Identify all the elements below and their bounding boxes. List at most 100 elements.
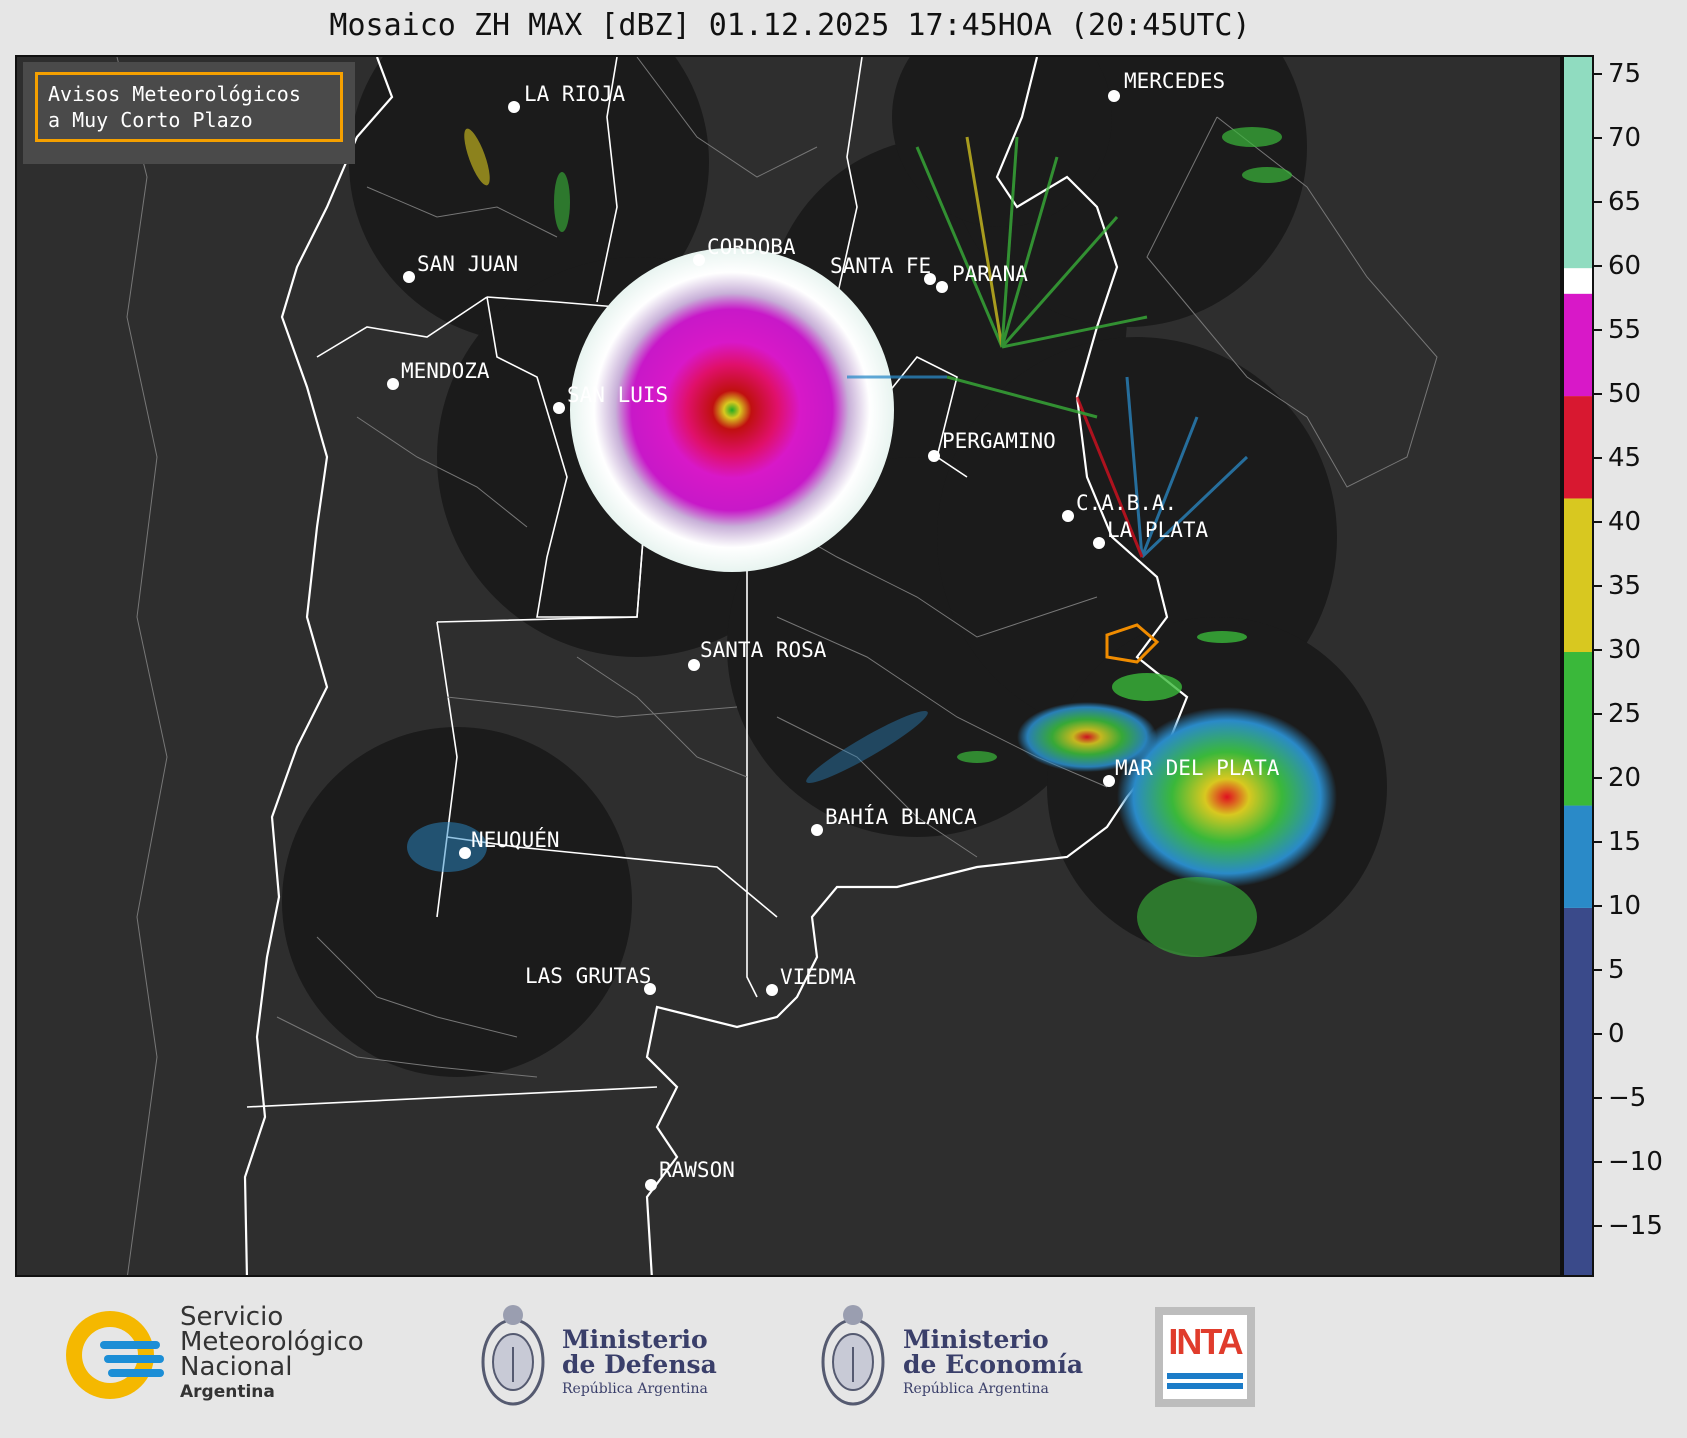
colorbar-tick xyxy=(1594,1096,1602,1099)
city-dot xyxy=(459,847,471,859)
city-dot xyxy=(1093,537,1105,549)
city-dot xyxy=(387,378,399,390)
colorbar-tick-label: 45 xyxy=(1608,443,1642,474)
colorbar-tick-label: 0 xyxy=(1608,1018,1625,1049)
colorbar-tick-label: 20 xyxy=(1608,762,1642,793)
colorbar-tick-label: 15 xyxy=(1608,826,1642,857)
economia-line-1: Ministerio xyxy=(903,1325,1049,1354)
colorbar-tick-label: 75 xyxy=(1608,59,1642,90)
city-label: MERCEDES xyxy=(1124,69,1225,93)
colorbar-tick-label: −10 xyxy=(1608,1146,1663,1177)
economia-seal-icon xyxy=(821,1305,885,1406)
smn-line-3: Nacional xyxy=(180,1352,293,1382)
colorbar-band xyxy=(1564,498,1592,653)
city-label: RAWSON xyxy=(659,1158,735,1182)
colorbar-tick xyxy=(1594,1224,1602,1227)
colorbar-tick xyxy=(1594,649,1602,651)
city-label: VIEDMA xyxy=(780,965,856,989)
city-dot xyxy=(403,271,415,283)
economia-line-3: República Argentina xyxy=(903,1381,1049,1397)
footer-logos: Servicio Meteorológico Nacional Argentin… xyxy=(0,1277,1687,1438)
colorbar-tick-label: 50 xyxy=(1608,379,1642,410)
city-label: BAHÍA BLANCA xyxy=(825,804,977,829)
city-dot xyxy=(688,659,700,671)
city-label: SAN JUAN xyxy=(417,252,518,276)
smn-line-4: Argentina xyxy=(180,1382,275,1402)
avisos-line-1: Avisos Meteorológicos xyxy=(48,82,301,106)
city-label: CORDOBA xyxy=(707,235,796,259)
colorbar xyxy=(1562,55,1594,1277)
colorbar-tick xyxy=(1594,1160,1602,1163)
colorbar-tick-label: −5 xyxy=(1608,1082,1647,1113)
colorbar-ticks: 75 70 65 60 55 50 45 40 35 30 25 20 15 10 5 0 −5 −10 −15 xyxy=(1594,55,1684,1277)
colorbar-gradient xyxy=(1564,57,1592,1275)
colorbar-tick-label: 70 xyxy=(1608,123,1642,154)
colorbar-tick xyxy=(1594,137,1602,140)
colorbar-tick xyxy=(1594,73,1602,76)
city-dot xyxy=(693,254,705,266)
city-label: NEUQUÉN xyxy=(471,827,560,852)
colorbar-band xyxy=(1564,268,1592,294)
map-canvas: LA RIOJA CORDOBA SAN JUAN SANTA FE PARANA MER… xyxy=(17,57,1560,1275)
city-dot xyxy=(1103,775,1115,787)
colorbar-tick-label: 60 xyxy=(1608,251,1642,282)
inta-logo: INTA xyxy=(1155,1307,1255,1407)
colorbar-tick-label: 40 xyxy=(1608,507,1642,538)
city-dot xyxy=(1108,90,1120,102)
cordoba-radar-echo xyxy=(570,248,894,572)
city-label: SANTA ROSA xyxy=(700,638,827,662)
colorbar-tick-label: −15 xyxy=(1608,1210,1663,1241)
colorbar-tick-label: 35 xyxy=(1608,571,1642,602)
city-label: LAS GRUTAS xyxy=(525,964,651,988)
colorbar-band xyxy=(1564,396,1592,499)
avisos-panel[interactable]: Avisos Meteorológicos a Muy Corto Plazo xyxy=(23,62,355,164)
colorbar-tick-label: 25 xyxy=(1608,698,1642,729)
economia-logo-text: Ministerio de Economía República Argenti… xyxy=(903,1327,1083,1402)
avisos-link[interactable]: Avisos Meteorológicos a Muy Corto Plazo xyxy=(35,72,343,142)
colorbar-tick-label: 30 xyxy=(1608,635,1642,665)
colorbar-tick xyxy=(1594,904,1602,907)
colorbar-tick-label: 10 xyxy=(1608,890,1642,921)
storm-cell-south xyxy=(1137,877,1257,957)
city-dot xyxy=(766,984,778,996)
smn-logo-icon xyxy=(66,1311,164,1399)
defensa-line-1: Ministerio xyxy=(562,1325,708,1354)
city-dot xyxy=(553,402,565,414)
city-dot xyxy=(508,101,520,113)
colorbar-tick xyxy=(1594,585,1602,588)
city-label: MENDOZA xyxy=(401,359,490,383)
colorbar-tick xyxy=(1594,521,1602,524)
colorbar-tick-label: 5 xyxy=(1608,954,1625,985)
city-dot xyxy=(1062,510,1074,522)
avisos-line-2: a Muy Corto Plazo xyxy=(48,108,253,132)
colorbar-tick xyxy=(1594,265,1602,268)
defensa-logo-text: Ministerio de Defensa República Argentin… xyxy=(562,1327,717,1402)
map-title: Mosaico ZH MAX [dBZ] 01.12.2025 17:45HOA… xyxy=(329,8,1251,43)
city-label: PERGAMINO xyxy=(942,429,1056,453)
defensa-line-3: República Argentina xyxy=(562,1381,708,1397)
colorbar-tick xyxy=(1594,457,1602,460)
colorbar-tick xyxy=(1594,201,1602,204)
colorbar-tick xyxy=(1594,840,1602,843)
city-dot xyxy=(936,281,948,293)
colorbar-tick xyxy=(1594,968,1602,971)
smn-logo-text: Servicio Meteorológico Nacional Argentin… xyxy=(180,1304,364,1405)
colorbar-band xyxy=(1564,57,1592,269)
colorbar-tick xyxy=(1594,712,1602,715)
city-label: C.A.B.A. xyxy=(1076,491,1177,515)
colorbar-tick-label: 65 xyxy=(1608,187,1642,218)
colorbar-band xyxy=(1564,293,1592,397)
defensa-seal-icon xyxy=(481,1305,545,1406)
colorbar-tick-label: 55 xyxy=(1608,315,1642,346)
colorbar-tick xyxy=(1594,329,1602,332)
colorbar-band xyxy=(1564,652,1592,806)
city-dot xyxy=(928,450,940,462)
defensa-line-2: de Defensa xyxy=(562,1350,717,1379)
colorbar-band xyxy=(1564,907,1592,1275)
radar-map[interactable]: LA RIOJA CORDOBA SAN JUAN SANTA FE PARANA MER… xyxy=(15,55,1562,1277)
city-label: PARANA xyxy=(952,262,1028,286)
city-label: LA RIOJA xyxy=(524,82,626,106)
city-label: LA PLATA xyxy=(1107,518,1209,542)
colorbar-band xyxy=(1564,805,1592,908)
city-dot xyxy=(811,824,823,836)
